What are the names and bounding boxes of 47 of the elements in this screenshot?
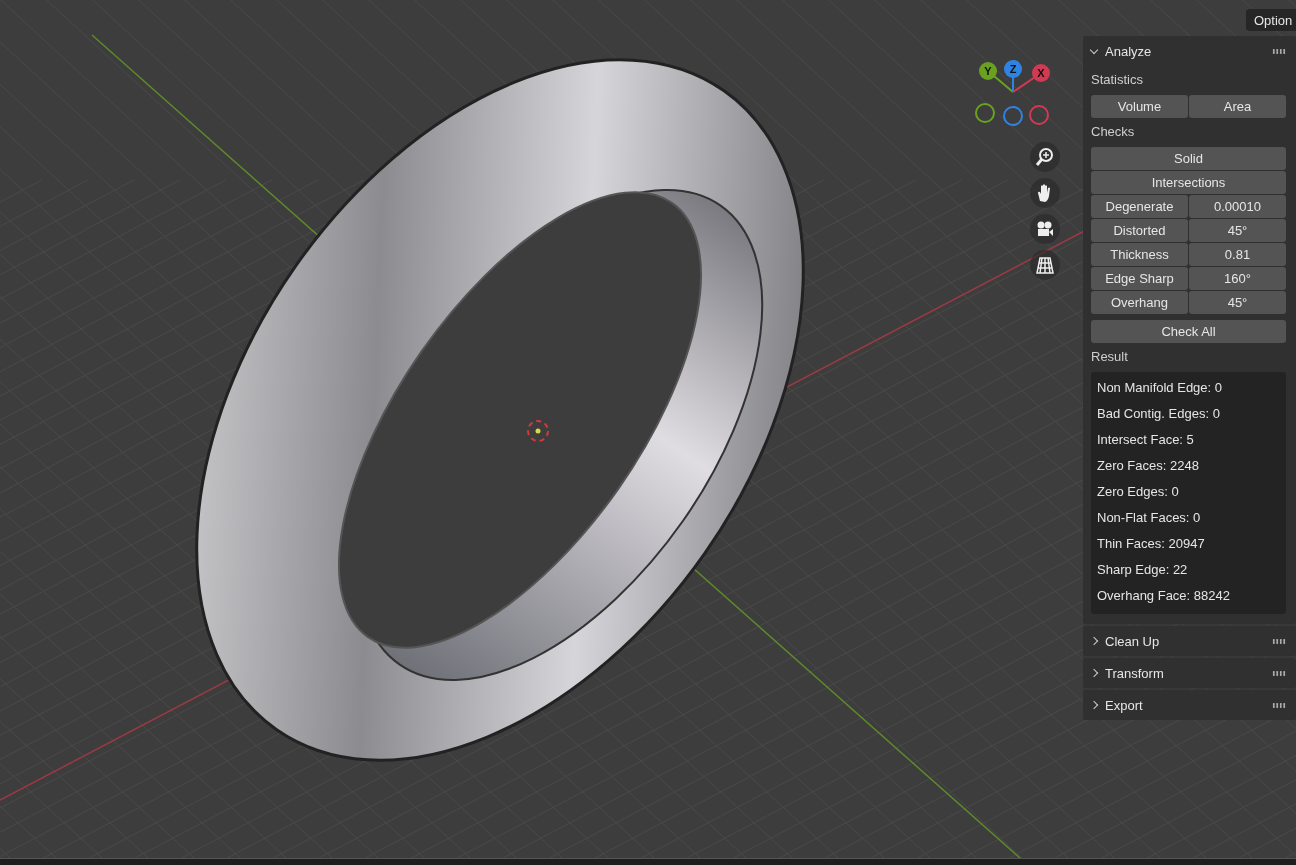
result-text: Overhang Face: 88242 — [1097, 587, 1231, 605]
camera-icon[interactable] — [1030, 214, 1060, 244]
threshold-field[interactable]: 45° — [1189, 291, 1286, 314]
result-text: Intersect Face: 5 — [1097, 431, 1195, 449]
check-all-button[interactable]: Check All — [1091, 320, 1286, 343]
drag-handle-icon[interactable] — [1272, 48, 1286, 54]
result-text: Sharp Edge: 22 — [1097, 561, 1189, 579]
panel-header[interactable]: Analyze — [1091, 43, 1152, 59]
section-label: Checks — [1091, 124, 1136, 139]
threshold-field[interactable]: 160° — [1189, 267, 1286, 290]
result-text: Bad Contig. Edges: 0 — [1097, 405, 1221, 423]
panel-header[interactable]: Transform — [1091, 665, 1164, 681]
threshold-field[interactable]: 0.81 — [1189, 243, 1286, 266]
result-text: Zero Edges: 0 — [1097, 483, 1180, 501]
result-text: Thin Faces: 20947 — [1097, 535, 1206, 553]
panel-header[interactable]: Clean Up — [1091, 633, 1160, 649]
panel-header[interactable]: Export — [1091, 697, 1143, 713]
result-text: Zero Faces: 2248 — [1097, 457, 1200, 475]
negative-axis-handle[interactable] — [1029, 105, 1049, 125]
hand-icon[interactable] — [1030, 178, 1060, 208]
drag-handle-icon[interactable] — [1272, 670, 1286, 676]
section-label: Statistics — [1091, 72, 1144, 87]
statistics-button[interactable]: Volume — [1091, 95, 1188, 118]
check-button[interactable]: Solid — [1091, 147, 1286, 170]
cursor-icon — [527, 420, 549, 442]
result-text: Non Manifold Edge: 0 — [1097, 379, 1224, 397]
drag-handle-icon[interactable] — [1272, 702, 1286, 708]
negative-axis-handle[interactable] — [1003, 106, 1023, 126]
axis-handle[interactable]: Y — [979, 62, 997, 80]
check-button[interactable]: Thickness — [1091, 243, 1188, 266]
grid-icon[interactable] — [1030, 250, 1060, 280]
options-tab[interactable]: Option — [1246, 9, 1296, 31]
result-text: Non-Flat Faces: 0 — [1097, 509, 1202, 527]
axis-handle[interactable]: X — [1032, 64, 1050, 82]
zoom-icon[interactable] — [1030, 142, 1060, 172]
check-button[interactable]: Overhang — [1091, 291, 1188, 314]
check-button[interactable]: Edge Sharp — [1091, 267, 1188, 290]
check-button[interactable]: Intersections — [1091, 171, 1286, 194]
check-button[interactable]: Degenerate — [1091, 195, 1188, 218]
check-button[interactable]: Distorted — [1091, 219, 1188, 242]
section-label: Result — [1091, 349, 1129, 364]
axis-handle[interactable]: Z — [1004, 60, 1022, 78]
threshold-field[interactable]: 0.00010 — [1189, 195, 1286, 218]
negative-axis-handle[interactable] — [975, 103, 995, 123]
threshold-field[interactable]: 45° — [1189, 219, 1286, 242]
drag-handle-icon[interactable] — [1272, 638, 1286, 644]
statistics-button[interactable]: Area — [1189, 95, 1286, 118]
